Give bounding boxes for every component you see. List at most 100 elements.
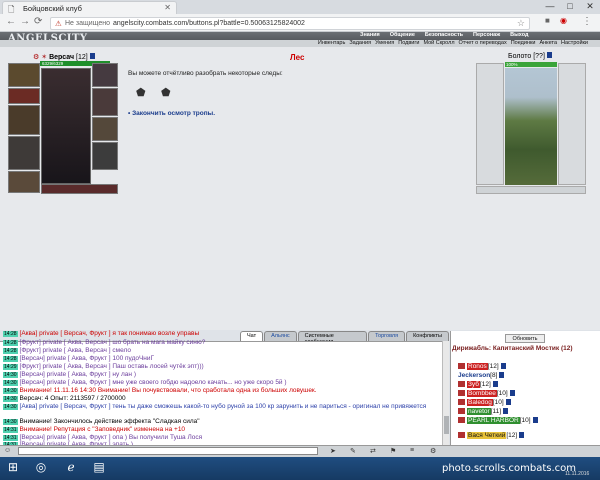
- chat-input[interactable]: [18, 447, 318, 455]
- cloak-slot[interactable]: [92, 63, 118, 87]
- settings-icon[interactable]: ⚙: [430, 447, 436, 455]
- chat-line: 14:30 [Версач] private [ Аква, Фрукт ] мн…: [3, 379, 287, 386]
- helmet-slot[interactable]: [8, 63, 40, 87]
- swamp-image: [505, 68, 557, 185]
- chat-scrollbar[interactable]: [442, 341, 449, 445]
- chat-line: 14:28 [Аква] private [ Версач, Фрукт ] я …: [3, 330, 200, 337]
- character-avatar: [41, 68, 91, 184]
- weapon-slot[interactable]: [8, 88, 40, 104]
- extension-icon[interactable]: ■: [545, 16, 550, 25]
- gloves-slot[interactable]: [8, 171, 40, 193]
- menu-icon[interactable]: ⋮: [582, 16, 592, 27]
- chat-line: 14:31 [Версач] private [ Аква, Фрукт ] оп…: [3, 434, 203, 441]
- tab-title: Бойцовский клуб: [23, 4, 82, 13]
- watermark: photo.scrolls.combats.com: [442, 463, 577, 474]
- subnav-transfers[interactable]: Отчет о переводах: [457, 40, 509, 47]
- explorer-icon[interactable]: ▤: [90, 460, 108, 476]
- chrome-icon[interactable]: ◎: [32, 460, 50, 476]
- nav-knowledge[interactable]: Знания: [355, 32, 385, 38]
- alignment-icon: ✶: [41, 54, 48, 61]
- chat-line: 14:30 [Версач] private [ Аква, Фрукт ] ну…: [3, 371, 136, 378]
- url-text: angelscity.combats.com/buttons.pl?battle…: [113, 20, 305, 27]
- nav-character[interactable]: Персонаж: [468, 32, 505, 38]
- reload-icon[interactable]: ⟳: [34, 16, 42, 27]
- player-list-item[interactable]: Ronos[12]: [458, 363, 506, 370]
- subnav-inventory[interactable]: Инвентарь: [316, 40, 347, 47]
- place-slot-row: [476, 186, 586, 194]
- player-list-item[interactable]: Jeckerson[8]: [458, 372, 505, 379]
- subnav-settings[interactable]: Настройки: [559, 40, 590, 47]
- scrollbar-thumb[interactable]: [444, 416, 449, 434]
- chat-line: 14:28 [Версач] private [ Аква, Фрукт ] 10…: [3, 355, 155, 362]
- chat-tabs: Чат Альянс Системные сообщения Торговля …: [240, 331, 450, 345]
- subnav-skills[interactable]: Умения: [373, 40, 396, 47]
- player-list-item[interactable]: Bombbee[10]: [458, 390, 515, 397]
- chat-line: 14:30 Внимание! 11.11.16 14:30 Внимание! …: [3, 387, 317, 394]
- forward-icon[interactable]: →: [20, 16, 30, 27]
- url-field[interactable]: ⚠ Не защищено angelscity.combats.com/but…: [50, 17, 530, 30]
- info-icon[interactable]: [546, 52, 552, 58]
- refresh-button[interactable]: Обновить: [505, 334, 545, 343]
- back-icon[interactable]: ←: [6, 16, 16, 27]
- player-list-item[interactable]: Baledog[10]: [458, 399, 511, 406]
- player-list-item[interactable]: PEARL HARBOR[10]: [458, 417, 538, 424]
- chat-line: 14:28 [Фрукт] private [ Аква, Версач ] см…: [3, 347, 131, 354]
- player-name[interactable]: ⚙ ✶ Версач [12]: [33, 53, 95, 61]
- send-icon[interactable]: ➤: [330, 447, 336, 455]
- finish-inspection-link[interactable]: • Закончить осмотр тропы.: [128, 110, 215, 117]
- player-list-item[interactable]: Зуб[12]: [458, 381, 498, 388]
- shield-slot[interactable]: [92, 88, 118, 116]
- armor-slot[interactable]: [8, 105, 40, 135]
- chat-line: 14:30 Внимание! Закончилось действие эффе…: [3, 418, 200, 425]
- filter-icon[interactable]: ⚑: [390, 447, 396, 455]
- bookmark-star-icon[interactable]: ☆: [517, 18, 525, 29]
- boots-slot[interactable]: [92, 142, 118, 170]
- subnav-profile[interactable]: Анкета: [537, 40, 559, 47]
- tab-trade[interactable]: Торговля: [368, 331, 406, 341]
- log-icon[interactable]: ≡: [410, 447, 414, 454]
- ie-icon[interactable]: ℯ: [62, 460, 80, 476]
- tab-alliance[interactable]: Альянс: [264, 331, 297, 341]
- location-title: Лес: [290, 53, 305, 62]
- chat-line: 14:31 Внимание! Репутация с "Заповедник" …: [3, 426, 186, 433]
- chat-line: 14:29 [Фрукт] private [ Аква, Версач ] Па…: [3, 363, 204, 370]
- player-options-icon[interactable]: ⚙: [33, 54, 39, 61]
- subnav-scroll[interactable]: Мой Скролл: [421, 40, 456, 47]
- ring-slot[interactable]: [92, 117, 118, 141]
- chat-line: 14:30 Версач: 4 Опыт: 2113597 / 2700000: [3, 395, 126, 402]
- nav-security[interactable]: Безопасность: [420, 32, 468, 38]
- smile-icon[interactable]: ☺: [4, 447, 11, 454]
- minimize-button[interactable]: —: [540, 0, 560, 14]
- tab-system[interactable]: Системные сообщения: [297, 331, 368, 345]
- footprint-icon[interactable]: ⬟: [161, 86, 177, 100]
- footprint-icon[interactable]: ⬟: [136, 86, 152, 100]
- player-list-item[interactable]: Вася Четкий[12]: [458, 432, 525, 439]
- subnav-quests[interactable]: Задания: [347, 40, 373, 47]
- translit-icon[interactable]: ⇄: [370, 447, 376, 455]
- subnav-feats[interactable]: Подвиги: [396, 40, 421, 47]
- close-window-button[interactable]: ✕: [580, 0, 600, 14]
- warning-icon: ⚠: [55, 19, 62, 28]
- maximize-button[interactable]: □: [560, 0, 580, 14]
- tab-chat[interactable]: Чат: [240, 331, 264, 341]
- info-icon[interactable]: [89, 53, 95, 59]
- clock: 11.11.2016: [565, 471, 590, 477]
- sub-nav: Инвентарь Задания Умения Подвиги Мой Скр…: [0, 40, 600, 47]
- window-controls: — □ ✕: [540, 0, 600, 14]
- belt-items-row[interactable]: [41, 184, 118, 194]
- player-list-item[interactable]: navetor[11]: [458, 408, 509, 415]
- nav-communication[interactable]: Общение: [385, 32, 420, 38]
- start-icon[interactable]: ⊞: [4, 460, 22, 476]
- nav-exit[interactable]: Выход: [505, 32, 533, 38]
- place-name: Болото [??]: [508, 52, 552, 60]
- opera-icon[interactable]: ◉: [560, 16, 567, 25]
- browser-tab[interactable]: 🗋 Бойцовский клуб ✕: [2, 1, 177, 14]
- subnav-battles[interactable]: Поединки: [509, 40, 538, 47]
- tab-conflicts[interactable]: Конфликты: [406, 331, 449, 341]
- belt-slot[interactable]: [8, 136, 40, 170]
- top-nav: Знания Общение Безопасность Персонаж Вых…: [355, 32, 534, 38]
- right-slot-column: [558, 63, 586, 185]
- clear-icon[interactable]: ✎: [350, 447, 356, 455]
- close-tab-icon[interactable]: ✕: [164, 3, 171, 12]
- chat-line: 14:30 [Аква] private [ Версач, Фрукт ] те…: [3, 403, 427, 410]
